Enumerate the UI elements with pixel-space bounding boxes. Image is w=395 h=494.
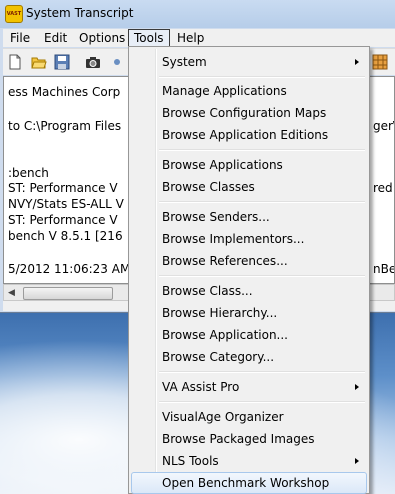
menu-separator bbox=[159, 76, 365, 78]
grid-icon[interactable] bbox=[372, 54, 388, 70]
save-disk-icon[interactable] bbox=[54, 54, 70, 70]
menu-item-browse-senders[interactable]: Browse Senders... bbox=[131, 206, 367, 228]
menu-item-browse-packaged-images[interactable]: Browse Packaged Images bbox=[131, 428, 367, 450]
menu-tools[interactable]: Tools bbox=[128, 29, 170, 47]
transcript-line: 5/2012 11:06:23 AM bbox=[8, 262, 131, 276]
tool-icon-partial[interactable] bbox=[113, 54, 129, 70]
tools-menu-dropdown: System Manage Applications Browse Config… bbox=[128, 46, 370, 494]
menu-item-browse-application[interactable]: Browse Application... bbox=[131, 324, 367, 346]
submenu-arrow-icon bbox=[355, 384, 359, 390]
menu-separator bbox=[159, 371, 365, 373]
scrollbar-thumb[interactable] bbox=[23, 287, 113, 300]
menu-item-manage-applications[interactable]: Manage Applications bbox=[131, 80, 367, 102]
menu-edit[interactable]: Edit bbox=[39, 29, 72, 47]
menu-bar: File Edit Options Tools Help bbox=[3, 29, 395, 47]
menu-item-nls-tools[interactable]: NLS Tools bbox=[131, 450, 367, 472]
menu-item-system[interactable]: System bbox=[131, 51, 367, 73]
transcript-line-fragment: nBen bbox=[373, 262, 394, 276]
menu-item-browse-category[interactable]: Browse Category... bbox=[131, 346, 367, 368]
menu-item-browse-class[interactable]: Browse Class... bbox=[131, 280, 367, 302]
scroll-left-arrow-icon[interactable]: ◀ bbox=[8, 288, 15, 298]
transcript-line: ess Machines Corp bbox=[8, 85, 121, 99]
menu-help[interactable]: Help bbox=[172, 29, 209, 47]
new-file-icon[interactable] bbox=[7, 54, 23, 70]
menu-item-open-benchmark-workshop[interactable]: Open Benchmark Workshop bbox=[131, 472, 367, 494]
menu-file[interactable]: File bbox=[5, 29, 35, 47]
transcript-line: ST: Performance V bbox=[8, 213, 118, 227]
submenu-arrow-icon bbox=[355, 458, 359, 464]
camera-icon[interactable] bbox=[85, 54, 101, 70]
menu-item-va-assist-pro[interactable]: VA Assist Pro bbox=[131, 376, 367, 398]
transcript-line-fragment: red bbox=[373, 181, 393, 195]
transcript-line: NVY/Stats ES-ALL V bbox=[8, 197, 124, 211]
open-folder-icon[interactable] bbox=[31, 54, 47, 70]
menu-item-browse-classes[interactable]: Browse Classes bbox=[131, 176, 367, 198]
menu-options[interactable]: Options bbox=[74, 29, 130, 47]
window-title: System Transcript bbox=[26, 6, 134, 20]
menu-item-visualage-organizer[interactable]: VisualAge Organizer bbox=[131, 406, 367, 428]
transcript-line-fragment: ger\ bbox=[373, 119, 395, 133]
menu-item-browse-application-editions[interactable]: Browse Application Editions bbox=[131, 124, 367, 146]
transcript-line: bench V 8.5.1 [216 bbox=[8, 229, 123, 243]
menu-item-browse-hierarchy[interactable]: Browse Hierarchy... bbox=[131, 302, 367, 324]
transcript-line: to C:\Program Files bbox=[8, 119, 122, 133]
menu-item-browse-implementors[interactable]: Browse Implementors... bbox=[131, 228, 367, 250]
menu-separator bbox=[159, 275, 365, 277]
transcript-line: :bench bbox=[8, 166, 49, 180]
menu-item-browse-references[interactable]: Browse References... bbox=[131, 250, 367, 272]
menu-separator bbox=[159, 201, 365, 203]
menu-separator bbox=[159, 149, 365, 151]
vast-app-icon[interactable]: VAST bbox=[5, 5, 23, 23]
menu-item-browse-configuration-maps[interactable]: Browse Configuration Maps bbox=[131, 102, 367, 124]
submenu-arrow-icon bbox=[355, 59, 359, 65]
title-bar[interactable]: VAST System Transcript bbox=[0, 0, 395, 28]
menu-item-browse-applications[interactable]: Browse Applications bbox=[131, 154, 367, 176]
menu-separator bbox=[159, 401, 365, 403]
transcript-line: ST: Performance V bbox=[8, 181, 118, 195]
